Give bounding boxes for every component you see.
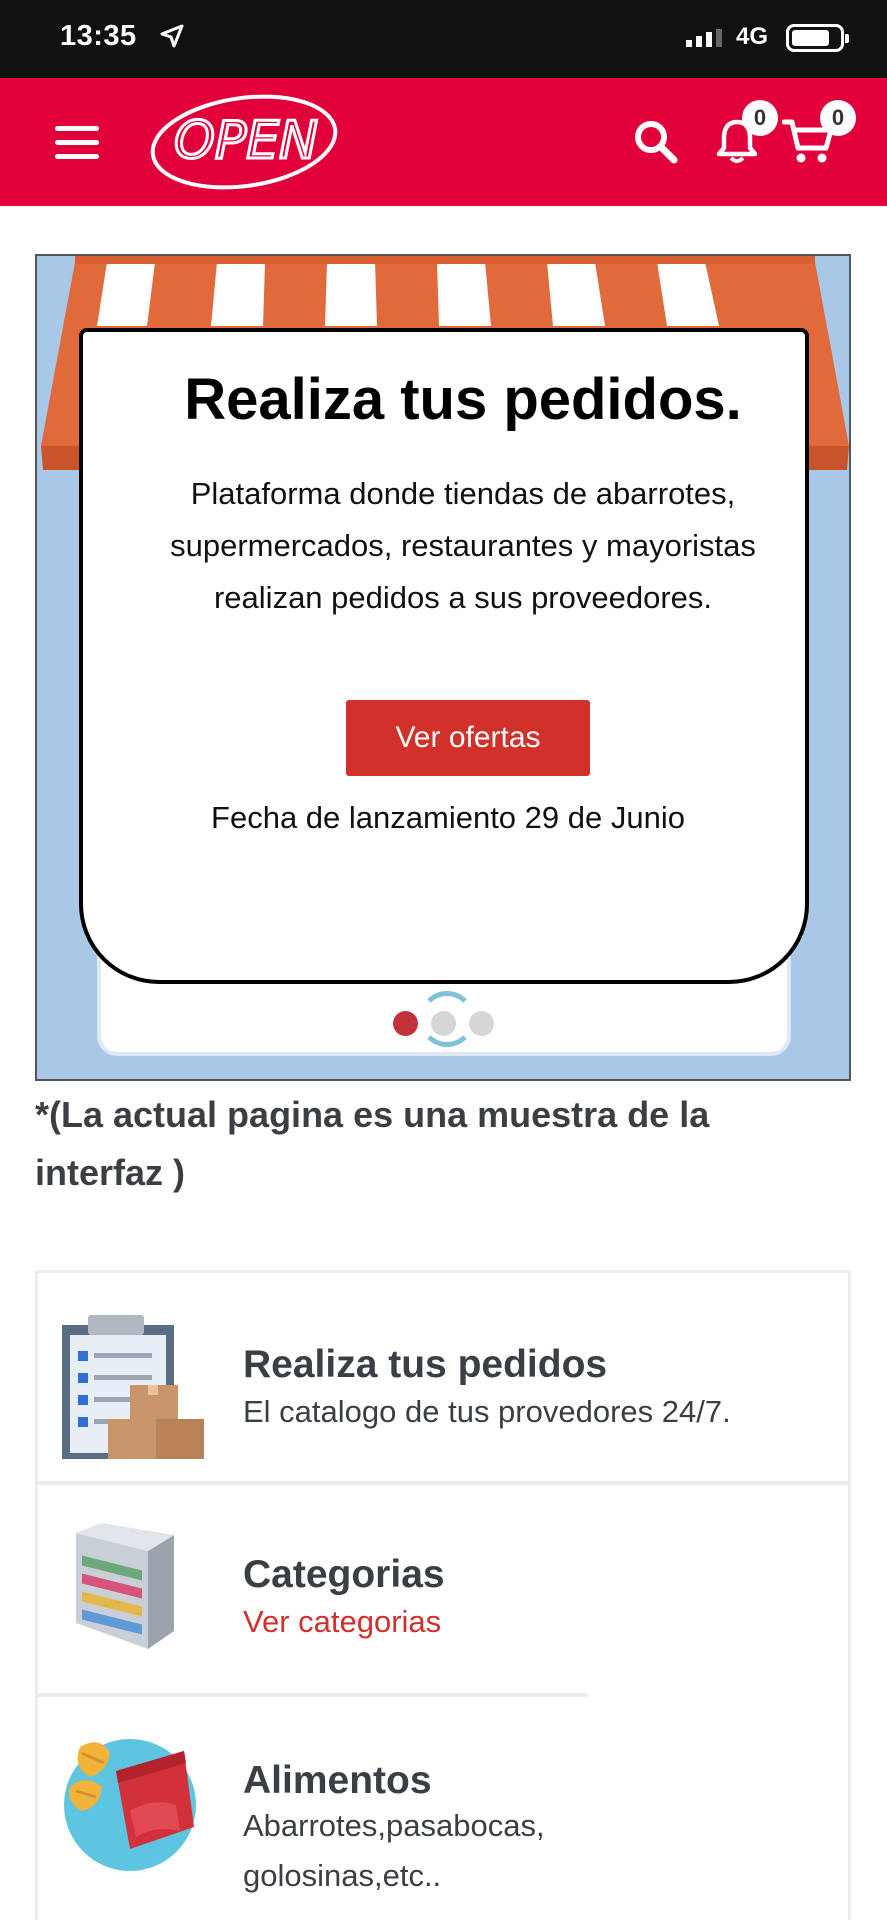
search-icon[interactable] [632, 118, 680, 166]
signal-icon [686, 29, 722, 47]
carousel-dots [393, 1011, 494, 1036]
carousel-dot-3[interactable] [469, 1011, 494, 1036]
feature-title: Realiza tus pedidos [243, 1343, 608, 1386]
hero-description: Plataforma donde tiendas de abarrotes, s… [170, 476, 756, 615]
status-bar: 13:35 4G [0, 0, 887, 78]
carousel-dot-2[interactable] [431, 1011, 456, 1036]
snacks-icon [64, 1739, 196, 1871]
shelf-icon [76, 1523, 174, 1649]
network-type: 4G [736, 23, 769, 50]
launch-date: Fecha de lanzamiento 29 de Junio [211, 800, 685, 835]
battery-icon [786, 24, 849, 52]
svg-text:OPEN: OPEN [174, 111, 318, 171]
hero-title: Realiza tus pedidos. [184, 367, 742, 432]
clipboard-boxes-icon [62, 1315, 204, 1459]
feature-subtitle: El catalogo de tus provedores 24/7. [243, 1394, 731, 1429]
hero-card: Realiza tus pedidos. Plataforma donde ti… [79, 328, 809, 984]
feature-item-categorias[interactable]: Categorias Ver categorias [38, 1485, 848, 1693]
feature-list: Realiza tus pedidos El catalogo de tus p… [35, 1270, 851, 1920]
location-arrow-icon [160, 24, 184, 48]
disclaimer-text: *(La actual pagina es una muestra de la … [35, 1094, 710, 1193]
carousel-dot-1[interactable] [393, 1011, 418, 1036]
ver-categorias-link[interactable]: Ver categorias [243, 1597, 441, 1647]
hamburger-menu-icon[interactable] [55, 126, 99, 160]
notifications-badge: 0 [742, 100, 778, 136]
cart-badge: 0 [820, 100, 856, 136]
hero-banner: Realiza tus pedidos. Plataforma donde ti… [35, 254, 851, 1081]
feature-title: Categorias [243, 1553, 445, 1596]
feature-item-pedidos[interactable]: Realiza tus pedidos El catalogo de tus p… [38, 1273, 848, 1481]
feature-subtitle: Abarrotes,pasabocas, golosinas,etc.. [243, 1808, 545, 1893]
feature-item-alimentos[interactable]: Alimentos Abarrotes,pasabocas, golosinas… [38, 1697, 848, 1920]
status-time: 13:35 [60, 20, 137, 52]
open-logo[interactable]: OPEN [148, 92, 344, 194]
ver-ofertas-button[interactable]: Ver ofertas [346, 700, 590, 776]
app-header: OPEN 0 0 [0, 78, 887, 206]
feature-title: Alimentos [243, 1759, 432, 1802]
